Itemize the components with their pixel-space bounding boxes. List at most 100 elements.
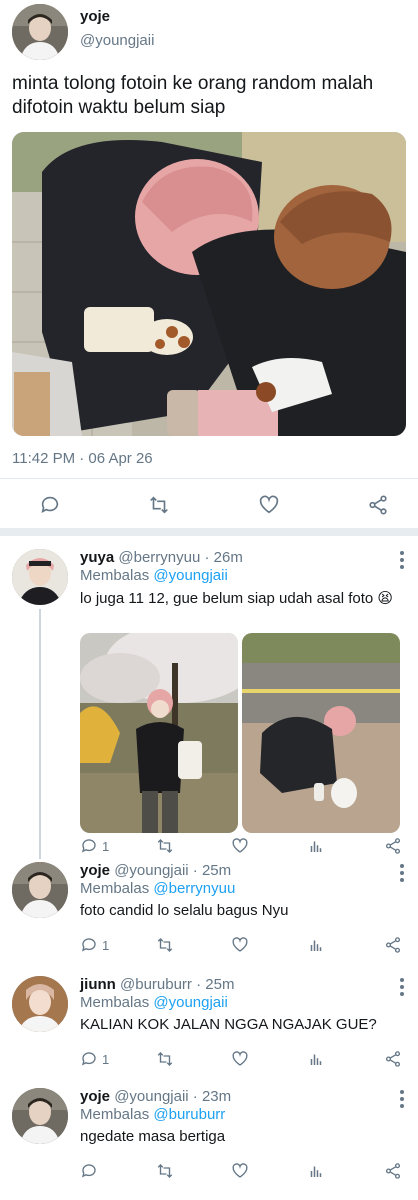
reply-action-bar (80, 1162, 410, 1182)
reply-time: · 25m (192, 862, 232, 879)
reply-author-handle[interactable]: @youngjaii (114, 1088, 188, 1105)
reply-count: 1 (102, 937, 110, 953)
reply-text: lo juga 11 12, gue belum siap udah asal … (80, 590, 394, 607)
reply-photo-1[interactable] (80, 633, 238, 833)
reply-icon (81, 1052, 96, 1066)
photo-person-under-cherry-tree-icon (80, 633, 238, 833)
retweet-button[interactable] (148, 494, 170, 516)
replying-label: Membalas (80, 567, 150, 584)
more-options-icon[interactable] (400, 978, 406, 996)
reply-button[interactable] (80, 1162, 102, 1180)
author-handle[interactable]: @youngjaii (80, 32, 154, 49)
replying-label: Membalas (80, 1106, 150, 1123)
more-options-icon[interactable] (400, 1090, 406, 1108)
stats-icon (310, 1054, 322, 1065)
heart-icon (232, 937, 248, 952)
author-avatar[interactable] (12, 4, 68, 60)
retweet-icon (157, 1052, 173, 1066)
stats-button[interactable] (307, 1050, 325, 1068)
reply-header: jiunn @buruburr · 25m (80, 976, 234, 993)
author-name[interactable]: yoje (80, 8, 110, 25)
reply-header: yoje @youngjaii · 25m (80, 862, 231, 879)
retweet-icon (150, 496, 168, 514)
reply-author-name[interactable]: yoje (80, 862, 110, 879)
divider (0, 478, 418, 479)
reply-action-bar: 1 (80, 1050, 410, 1070)
reply-author-handle[interactable]: @berrynyuu (118, 549, 200, 566)
retweet-button[interactable] (156, 1162, 174, 1180)
tweet-text-line-1: minta tolong fotoin ke orang random mala… (12, 73, 374, 94)
thread-line (39, 609, 41, 859)
reply-header: yoje @youngjaii · 23m (80, 1088, 231, 1105)
retweet-icon (157, 1164, 173, 1178)
more-options-icon[interactable] (400, 864, 406, 882)
reply-item[interactable]: yoje @youngjaii · 23m Membalas @buruburr… (0, 1076, 418, 1200)
reply-photo-2[interactable] (242, 633, 400, 833)
replying-label: Membalas (80, 880, 150, 897)
heart-icon (232, 1051, 248, 1066)
retweet-button[interactable] (156, 1050, 174, 1068)
reply-button[interactable]: 1 (80, 1050, 109, 1068)
share-icon (385, 1051, 401, 1067)
reply-item[interactable]: jiunn @buruburr · 25m Membalas @youngjai… (0, 964, 418, 1080)
replying-mention[interactable]: @berrynyuu (153, 880, 235, 897)
reply-avatar[interactable] (12, 1088, 68, 1144)
main-tweet: yoje @youngjaii minta tolong fotoin ke o… (0, 0, 418, 535)
stats-icon (310, 940, 322, 951)
replying-to: Membalas @youngjaii (80, 567, 228, 584)
reply-author-name[interactable]: yoje (80, 1088, 110, 1105)
replying-mention[interactable]: @youngjaii (153, 567, 227, 584)
reply-author-handle[interactable]: @youngjaii (114, 862, 188, 879)
reply-button[interactable]: 1 (80, 936, 109, 954)
reply-icon (81, 1164, 96, 1178)
tweet-text: minta tolong fotoin ke orang random mala… (12, 72, 408, 120)
reply-action-bar: 1 (80, 936, 410, 956)
share-icon (385, 937, 401, 953)
share-icon (369, 495, 387, 515)
reply-avatar[interactable] (12, 549, 68, 605)
like-button[interactable] (231, 1162, 249, 1180)
reply-button[interactable] (39, 494, 61, 516)
reply-icon (41, 496, 59, 513)
reply-item[interactable]: yuya @berrynyuu · 26m Membalas @youngjai… (0, 537, 418, 859)
photo-two-people-eating-icon (12, 132, 406, 436)
reply-item[interactable]: yoje @youngjaii · 25m Membalas @berrynyu… (0, 850, 418, 966)
stats-button[interactable] (307, 936, 325, 954)
tweet-action-bar (0, 490, 418, 520)
heart-icon (232, 1163, 248, 1178)
reply-text: foto candid lo selalu bagus Nyu (80, 902, 289, 919)
reply-time: · 25m (196, 976, 235, 993)
replying-mention[interactable]: @youngjaii (153, 994, 227, 1011)
reply-avatar[interactable] (12, 976, 68, 1032)
share-button[interactable] (367, 494, 389, 516)
more-options-icon[interactable] (400, 551, 406, 569)
tweet-photo[interactable] (12, 132, 406, 436)
reply-header: yuya @berrynyuu · 26m (80, 549, 243, 566)
retweet-icon (157, 938, 173, 952)
stats-icon (310, 1166, 322, 1177)
photo-person-crouching-with-dog-icon (242, 633, 400, 833)
tweet-timestamp[interactable]: 11:42 PM · 06 Apr 26 (12, 450, 153, 467)
like-button[interactable] (231, 1050, 249, 1068)
replying-mention[interactable]: @buruburr (153, 1106, 225, 1123)
reply-time: · 23m (192, 1088, 232, 1105)
reply-author-handle[interactable]: @buruburr (120, 976, 192, 993)
share-icon (385, 1163, 401, 1179)
replying-to: Membalas @youngjaii (80, 994, 228, 1011)
reply-time: · 26m (204, 549, 243, 566)
reply-icon (81, 938, 96, 952)
reply-author-name[interactable]: yuya (80, 549, 114, 566)
like-button[interactable] (258, 494, 280, 516)
share-button[interactable] (384, 936, 402, 954)
retweet-button[interactable] (156, 936, 174, 954)
share-button[interactable] (384, 1050, 402, 1068)
share-button[interactable] (384, 1162, 402, 1180)
like-button[interactable] (231, 936, 249, 954)
reply-author-name[interactable]: jiunn (80, 976, 116, 993)
reply-text: KALIAN KOK JALAN NGGA NGAJAK GUE? (80, 1016, 377, 1033)
tweet-text-line-2: difotoin waktu belum siap (12, 97, 226, 118)
reply-media (80, 633, 400, 833)
replying-to: Membalas @buruburr (80, 1106, 225, 1123)
stats-button[interactable] (307, 1162, 325, 1180)
reply-avatar[interactable] (12, 862, 68, 918)
